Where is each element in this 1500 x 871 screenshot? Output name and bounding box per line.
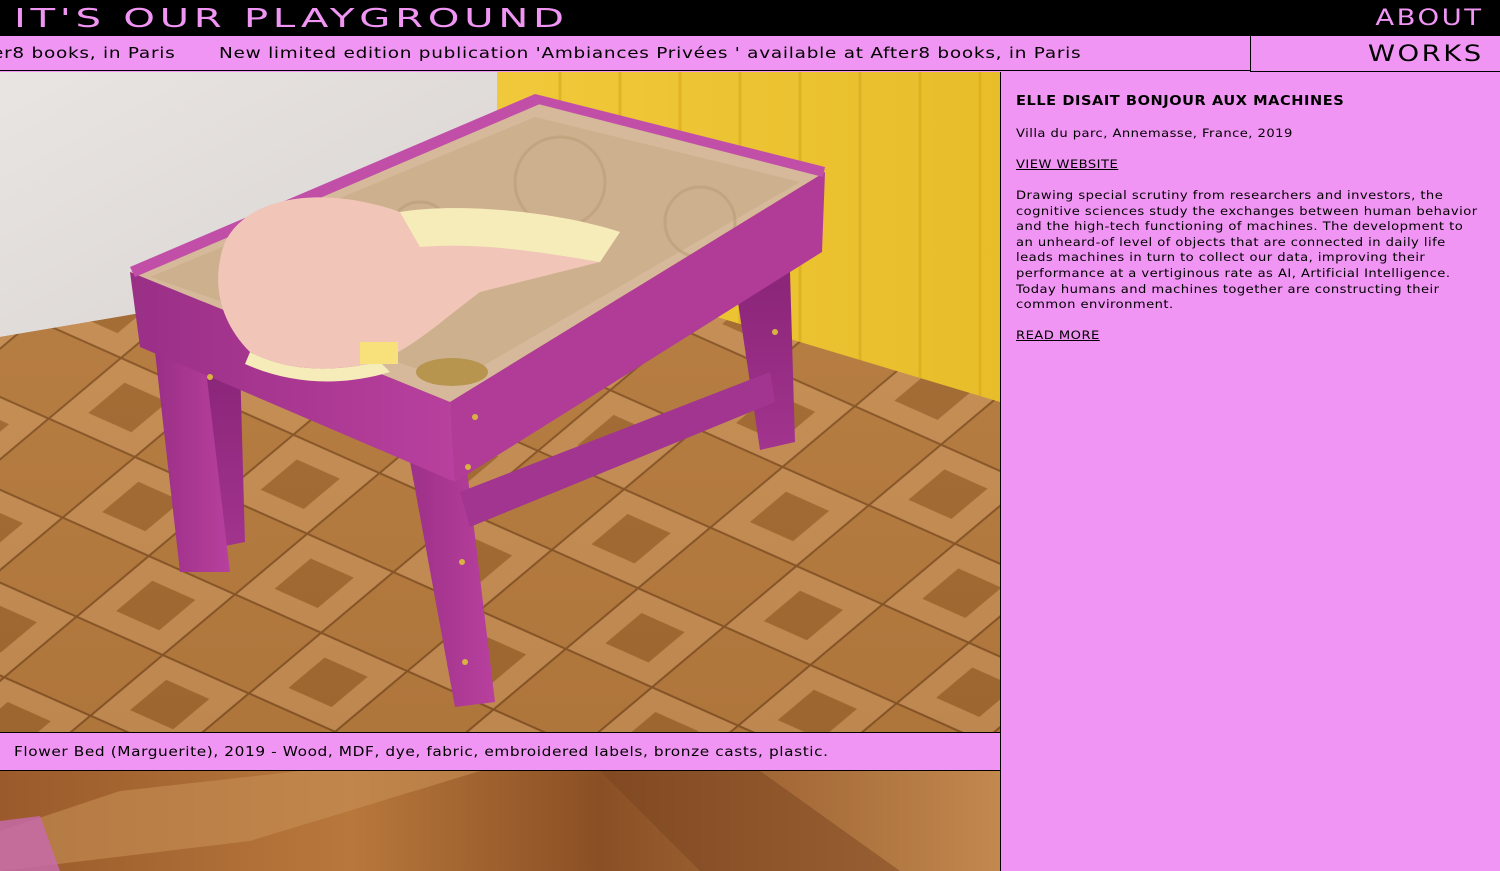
work-location: Villa du parc, Annemasse, France, 2019: [1016, 126, 1293, 140]
about-bar: ABOUT: [1251, 0, 1500, 36]
view-website-link[interactable]: VIEW WEBSITE: [1016, 157, 1118, 172]
next-artwork-photo-illustration: [0, 771, 1000, 871]
read-more-link[interactable]: READ MORE: [1016, 328, 1100, 343]
nav-about-link[interactable]: ABOUT: [1376, 6, 1484, 32]
site-title-link[interactable]: IT'S OUR PLAYGROUND: [14, 5, 569, 33]
nav-works-link[interactable]: WORKS: [1368, 42, 1484, 68]
ticker-text: er8 books, in Paris New limited edition …: [0, 44, 1118, 62]
work-title: ELLE DISAIT BONJOUR AUX MACHINES: [1016, 94, 1345, 109]
next-artwork-photo[interactable]: [0, 771, 1000, 871]
header-nav: ABOUT WORKS: [1251, 0, 1500, 72]
header-left: IT'S OUR PLAYGROUND er8 books, in Paris …: [0, 0, 1251, 72]
title-bar: IT'S OUR PLAYGROUND: [0, 0, 1250, 36]
image-panel: Flower Bed (Marguerite), 2019 - Wood, MD…: [0, 72, 1001, 871]
artwork-caption: Flower Bed (Marguerite), 2019 - Wood, MD…: [14, 745, 829, 760]
works-bar: WORKS: [1251, 36, 1500, 72]
ticker-item[interactable]: New limited edition publication 'Ambianc…: [219, 44, 1081, 62]
caption-bar: Flower Bed (Marguerite), 2019 - Wood, MD…: [0, 732, 1000, 771]
artwork-photo[interactable]: [0, 72, 1000, 732]
work-description: Drawing special scrutiny from researcher…: [1016, 188, 1478, 312]
site-header: IT'S OUR PLAYGROUND er8 books, in Paris …: [0, 0, 1500, 72]
news-ticker[interactable]: er8 books, in Paris New limited edition …: [0, 36, 1250, 71]
ticker-item[interactable]: er8 books, in Paris: [0, 44, 176, 62]
work-info-panel: ELLE DISAIT BONJOUR AUX MACHINES Villa d…: [1001, 72, 1500, 871]
artwork-photo-illustration: [0, 72, 1000, 732]
